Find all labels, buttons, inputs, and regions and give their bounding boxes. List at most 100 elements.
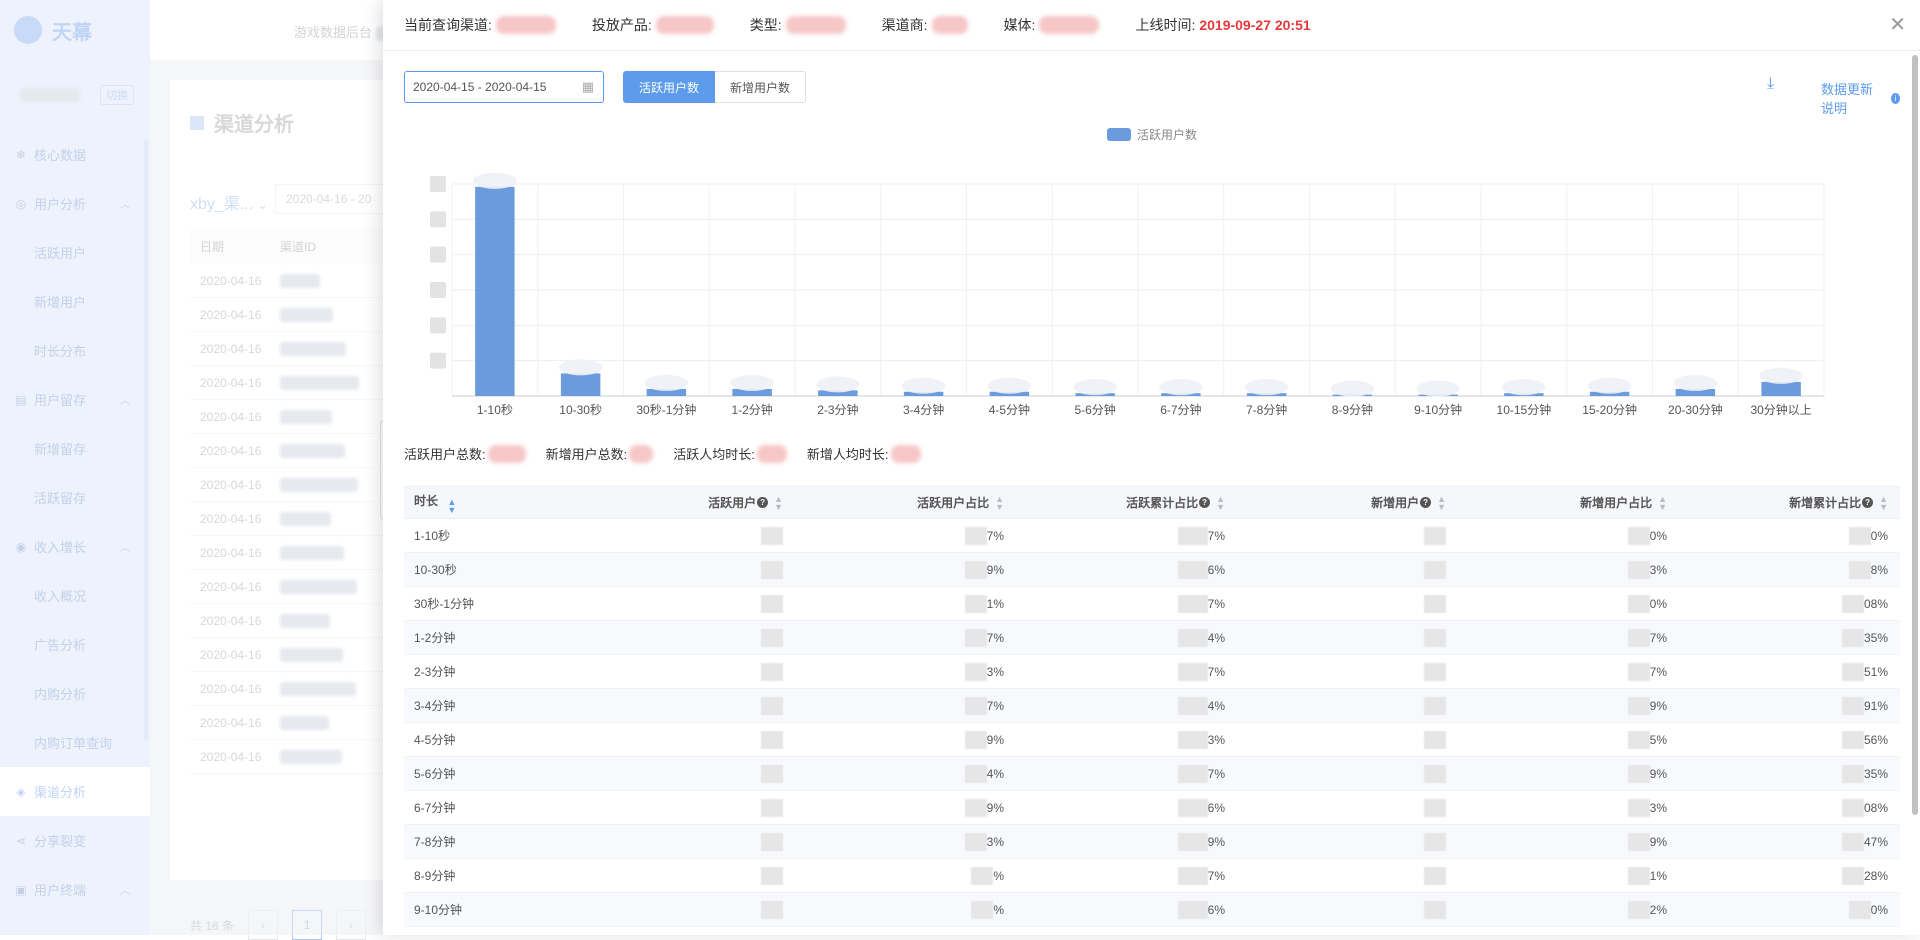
table-row: 5-6分钟 4% 7% 9% 35% [404, 757, 1900, 791]
cell-new-cum: 28% [1679, 866, 1900, 885]
cell-text: 08% [1863, 596, 1888, 611]
bar-value-masked [1244, 379, 1289, 396]
sort-icon[interactable]: ▲ ▼ [1216, 494, 1225, 511]
masked-value [971, 900, 994, 919]
cell-new-users [1237, 764, 1458, 783]
cell-duration: 10-30秒 [404, 561, 574, 578]
cell-active-ratio: 1% [795, 594, 1016, 613]
tab-active-users[interactable]: 活跃用户数 [623, 71, 716, 103]
masked-value [1177, 662, 1208, 681]
cell-text: 9% [1649, 834, 1667, 849]
col-active-users-label: 活跃用户 [708, 496, 757, 510]
table-row: 4-5分钟 9% 3% 5% 56% [404, 723, 1900, 757]
drawer-header: 当前查询渠道: 投放产品: 类型: 渠道商: 媒体: 上线时间: 2019-09… [383, 0, 1920, 51]
cell-new-ratio: 7% [1458, 662, 1679, 681]
cell-active-cum: 7% [1016, 662, 1237, 681]
bar-value-masked [901, 377, 946, 394]
masked-value [1177, 696, 1208, 715]
active-avg-label: 活跃人均时长: [673, 447, 755, 462]
bar-value-masked [1587, 377, 1632, 394]
cell-active-ratio: 3% [795, 832, 1016, 851]
cell-duration: 7-8分钟 [404, 833, 574, 850]
masked-value [964, 526, 987, 545]
cell-text: 4% [1207, 630, 1225, 645]
x-tick-label: 2-3分钟 [817, 402, 858, 417]
masked-value [761, 628, 783, 647]
col-active-users[interactable]: 活跃用户? ▲ ▼ [574, 494, 795, 511]
help-icon[interactable]: ? [1199, 497, 1211, 508]
channel-detail-drawer: 当前查询渠道: 投放产品: 类型: 渠道商: 媒体: 上线时间: 2019-09… [383, 0, 1920, 935]
col-duration[interactable]: 时长 ▲ ▼ [404, 492, 574, 515]
masked-value [1627, 696, 1650, 715]
sort-icon[interactable]: ▲ ▼ [1879, 494, 1888, 511]
cell-text: 3% [986, 664, 1004, 679]
drawer-toolbar: 2020-04-15 - 2020-04-15 ▦ 活跃用户数 新增用户数 ⤓ … [404, 71, 1900, 116]
masked-value [1424, 730, 1446, 749]
type-info: 类型: [750, 15, 846, 35]
cell-text: 30秒-1分钟 [414, 597, 475, 611]
sort-icon[interactable]: ▲ ▼ [447, 497, 456, 514]
masked-value [761, 560, 783, 579]
drawer-scrollbar[interactable] [1912, 55, 1918, 815]
update-note-link[interactable]: 数据更新说明 i [1821, 79, 1900, 117]
masked-value [1627, 628, 1650, 647]
y-tick-masked [430, 246, 446, 263]
cell-text: 1% [1649, 868, 1667, 883]
chart-bar [1761, 381, 1801, 396]
vendor-info: 渠道商: [882, 15, 968, 35]
cell-text: 5% [1649, 732, 1667, 747]
masked-value [1424, 662, 1446, 681]
help-icon[interactable]: ? [1420, 497, 1432, 508]
masked-value [1841, 832, 1864, 851]
date-range-picker[interactable]: 2020-04-15 - 2020-04-15 ▦ [404, 71, 604, 103]
col-new-users[interactable]: 新增用户? ▲ ▼ [1237, 494, 1458, 511]
col-new-users-label: 新增用户 [1371, 496, 1420, 510]
sort-icon[interactable]: ▲ ▼ [995, 494, 1004, 511]
x-tick-label: 1-2分钟 [731, 402, 772, 417]
cell-new-cum: 35% [1679, 764, 1900, 783]
masked-value [971, 866, 994, 885]
table-row: 10-30秒 9% 6% 3% 8% [404, 553, 1900, 587]
info-icon: i [1890, 92, 1900, 104]
stats-summary: 活跃用户总数: 新增用户总数: 活跃人均时长: 新增人均时长: [404, 444, 941, 463]
help-icon[interactable]: ? [1862, 497, 1874, 508]
duration-bar-chart: 活跃用户数 1-10秒 10-30秒 30秒-1分钟 1-2分钟 2-3分钟 3-4分钟 4-… [404, 120, 1900, 420]
sort-icon[interactable]: ▲ ▼ [774, 494, 783, 511]
new-avg-label: 新增人均时长: [806, 447, 889, 462]
masked-value [1627, 764, 1650, 783]
table-row: 1-2分钟 7% 4% 7% 35% [404, 621, 1900, 655]
sort-icon[interactable]: ▲ ▼ [1437, 494, 1446, 511]
sort-icon[interactable]: ▲ ▼ [1658, 494, 1667, 511]
col-active-cum[interactable]: 活跃累计占比? ▲ ▼ [1016, 494, 1237, 511]
masked-value [761, 866, 783, 885]
active-avg-stat: 活跃人均时长: [673, 444, 787, 463]
col-new-ratio[interactable]: 新增用户占比 ▲ ▼ [1458, 494, 1679, 511]
cell-new-cum: 56% [1679, 730, 1900, 749]
cell-new-ratio: 3% [1458, 560, 1679, 579]
cell-text: 6% [1207, 562, 1225, 577]
help-icon[interactable]: ? [757, 497, 769, 508]
cell-active-cum: 7% [1016, 764, 1237, 783]
col-active-ratio[interactable]: 活跃用户占比 ▲ ▼ [795, 494, 1016, 511]
cell-active-users [574, 628, 795, 647]
masked-value [761, 798, 783, 817]
new-total-masked [629, 444, 654, 463]
active-avg-masked [756, 444, 787, 463]
masked-value [964, 594, 987, 613]
cell-new-cum: 35% [1679, 628, 1900, 647]
cell-duration: 8-9分钟 [404, 867, 574, 884]
online-time-label: 上线时间: [1135, 17, 1196, 33]
cell-active-ratio: 4% [795, 764, 1016, 783]
masked-value [1848, 526, 1871, 545]
col-new-cum[interactable]: 新增累计占比? ▲ ▼ [1679, 494, 1900, 511]
download-icon[interactable]: ⤓ [1767, 75, 1774, 93]
cell-text: 8-9分钟 [414, 869, 456, 883]
masked-value [964, 832, 987, 851]
bar-value-masked [987, 377, 1032, 394]
legend-swatch [1107, 128, 1131, 141]
chart-svg: 活跃用户数 1-10秒 10-30秒 30秒-1分钟 1-2分钟 2-3分钟 3-4分钟 4-… [430, 127, 1825, 417]
tab-new-users[interactable]: 新增用户数 [715, 71, 807, 103]
cell-active-ratio: % [795, 866, 1016, 885]
cell-duration: 1-10秒 [404, 527, 574, 544]
close-icon[interactable]: ✕ [1889, 15, 1906, 35]
